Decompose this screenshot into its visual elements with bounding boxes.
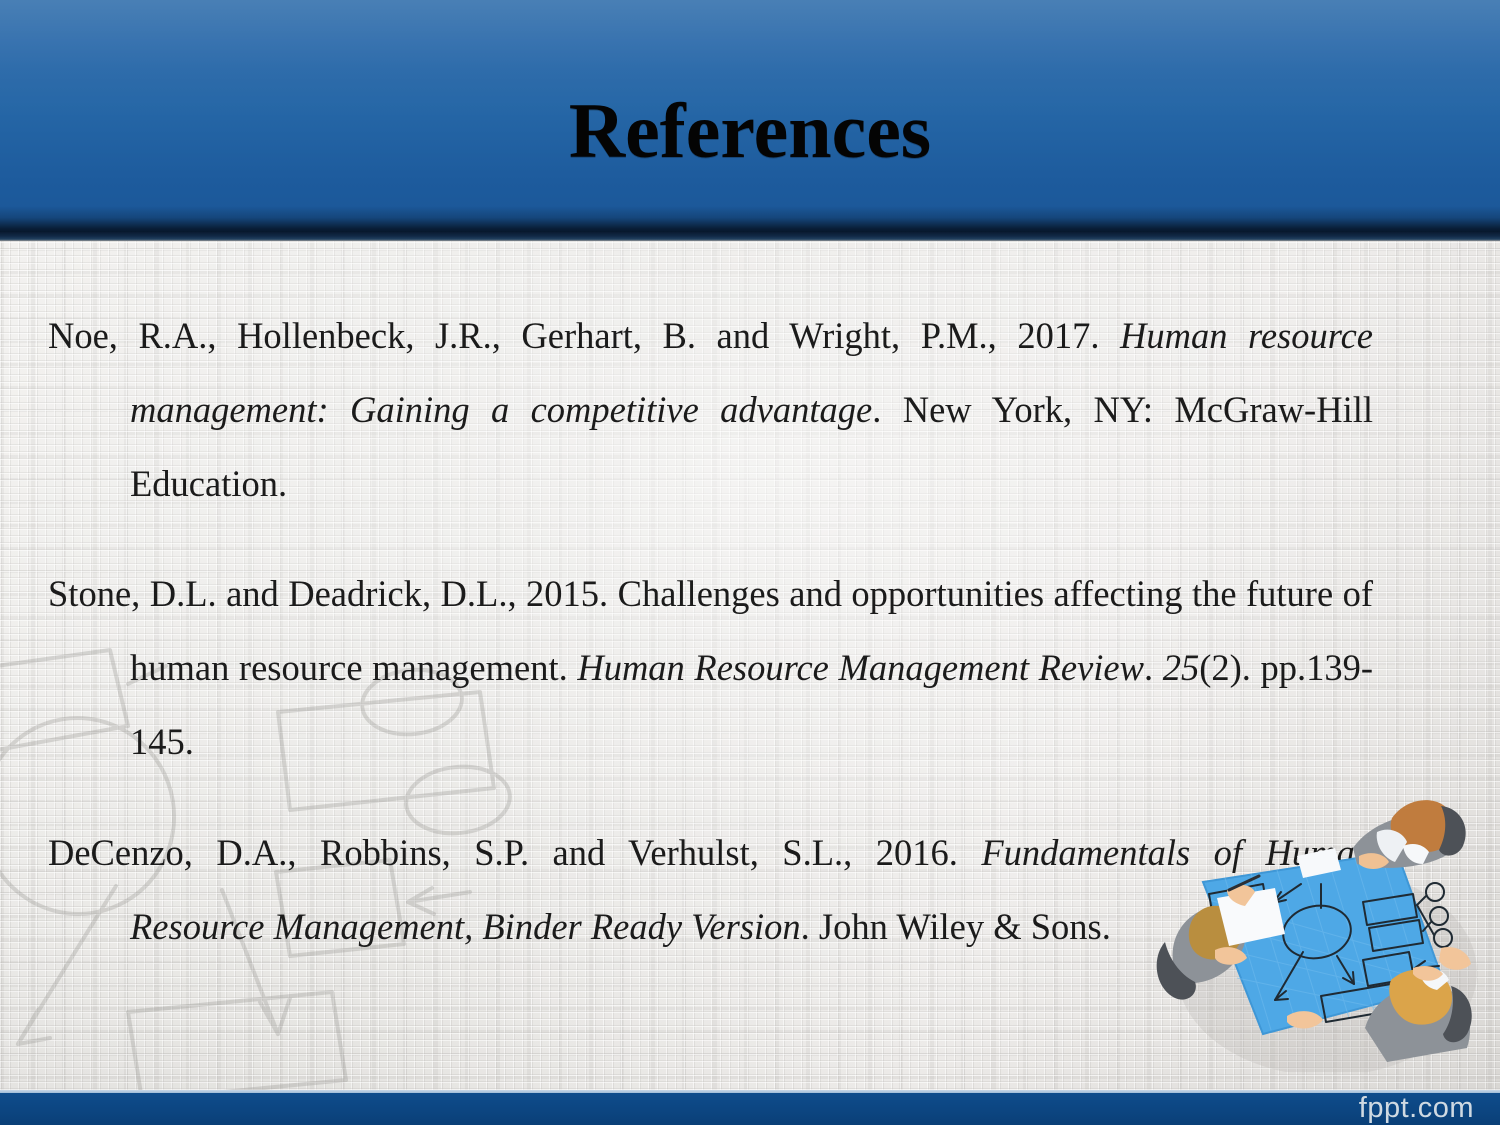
header-divider-rule	[0, 232, 1500, 241]
footer-brand-label: fppt.com	[1358, 1092, 1474, 1124]
reference-text-roman: Noe, R.A., Hollenbeck, J.R., Gerhart, B.…	[48, 314, 1120, 356]
reference-entry-ref-noe-2017: Noe, R.A., Hollenbeck, J.R., Gerhart, B.…	[48, 299, 1373, 521]
slide-footer-band: fppt.com	[0, 1092, 1500, 1125]
reference-text-roman: .	[1143, 647, 1163, 688]
team-meeting-blueprint-illustration	[1156, 800, 1477, 1072]
reference-text-roman: . John Wiley & Sons.	[800, 905, 1111, 947]
presentation-slide: References Noe, R.A., Hollenbeck, J.R., …	[0, 0, 1500, 1125]
reference-text-italic: 25	[1162, 647, 1200, 688]
reference-entry-ref-stone-2015: Stone, D.L. and Deadrick, D.L., 2015. Ch…	[48, 557, 1373, 779]
reference-text-italic: Human Resource Management Review	[577, 647, 1144, 688]
page-title: References	[568, 87, 932, 174]
reference-text-roman: DeCenzo, D.A., Robbins, S.P. and Verhuls…	[48, 831, 982, 873]
